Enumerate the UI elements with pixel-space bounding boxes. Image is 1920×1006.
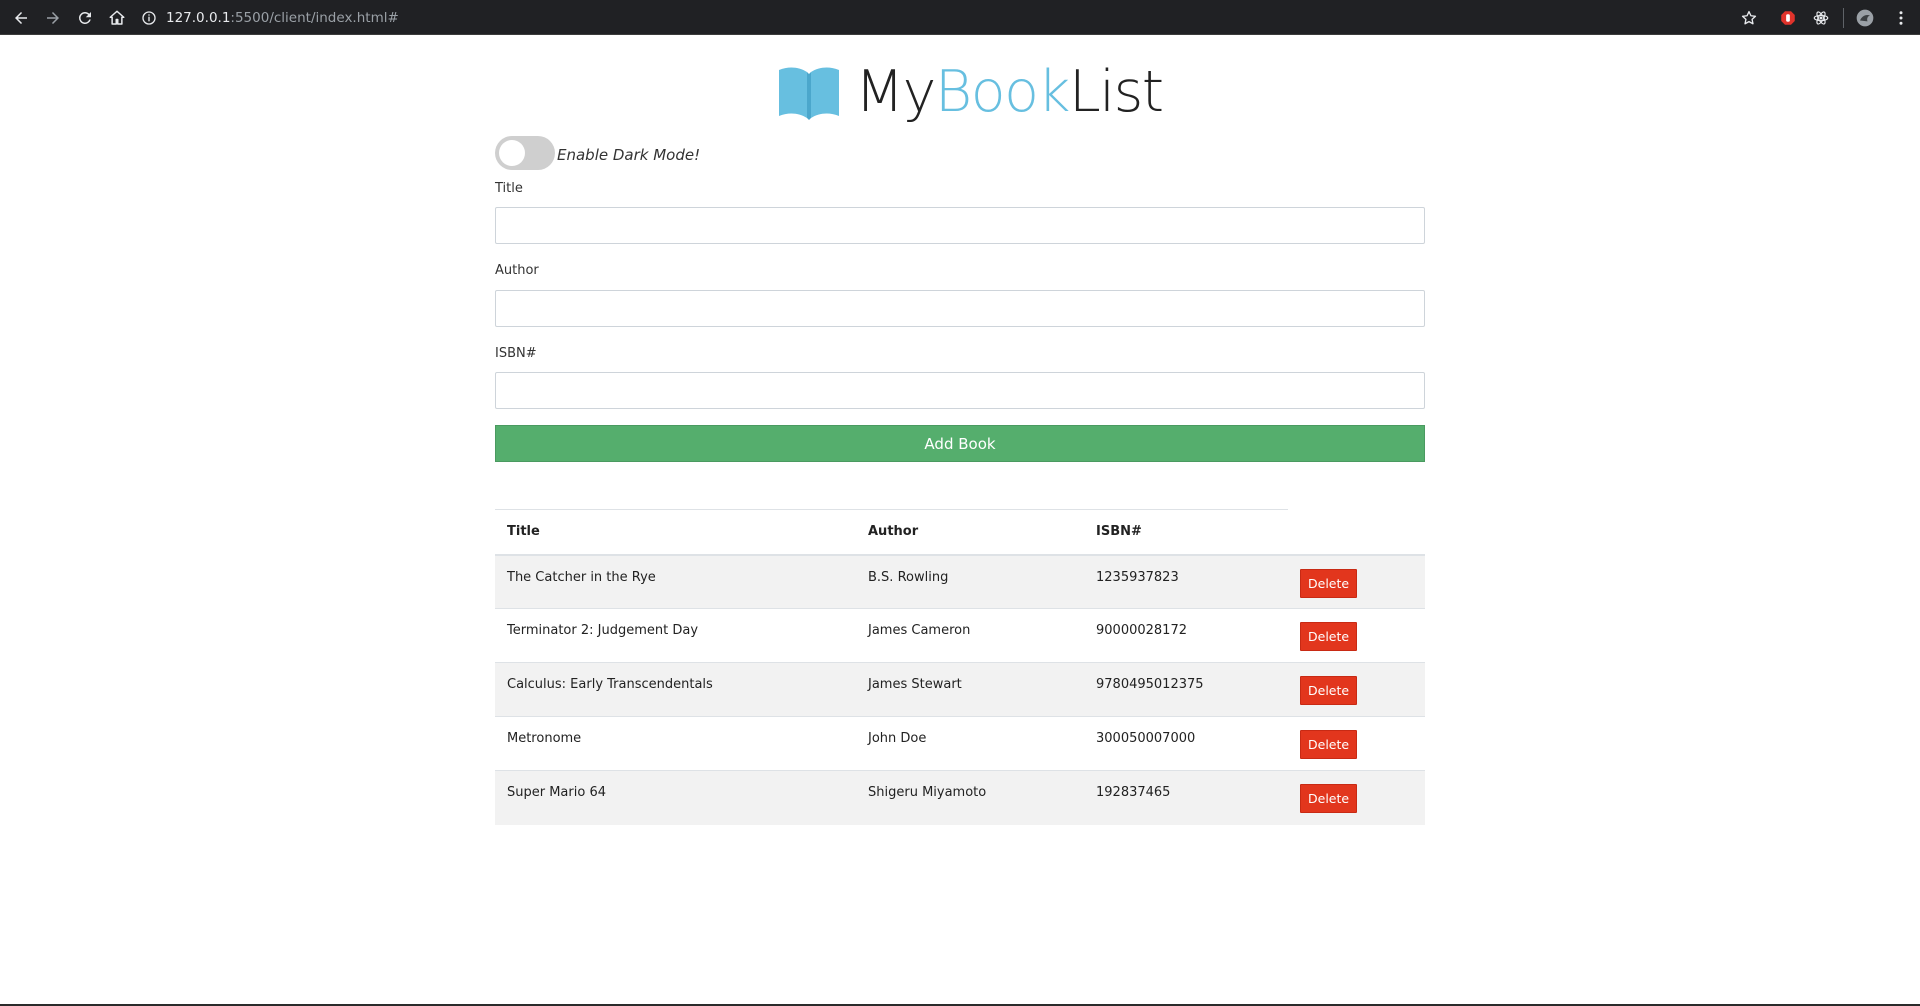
url-host: 127.0.0.1 <box>166 9 231 26</box>
cell-isbn: 192837465 <box>1084 770 1288 825</box>
delete-button[interactable]: Delete <box>1300 784 1358 813</box>
cell-title: Calculus: Early Transcendentals <box>495 662 856 717</box>
brand-book: Book <box>934 58 1071 125</box>
url-text: 127.0.0.1:5500/client/index.html# <box>166 10 399 26</box>
table-row: Terminator 2: Judgement Day James Camero… <box>495 608 1425 663</box>
star-icon <box>1741 10 1757 25</box>
cell-action: Delete <box>1288 770 1425 825</box>
brand-title: MyBookList <box>855 63 1164 121</box>
title-input[interactable] <box>495 207 1425 244</box>
table-row: Calculus: Early Transcendentals James St… <box>495 662 1425 717</box>
brand-my: My <box>855 58 936 125</box>
cell-isbn: 1235937823 <box>1084 554 1288 609</box>
address-bar[interactable]: 127.0.0.1:5500/client/index.html# <box>140 4 1740 31</box>
dark-mode-toggle[interactable] <box>495 136 555 170</box>
reload-button[interactable] <box>73 6 97 30</box>
header-isbn: ISBN# <box>1084 509 1288 556</box>
cell-action: Delete <box>1288 554 1425 609</box>
url-path: :5500/client/index.html# <box>230 9 399 26</box>
extension-react-button[interactable] <box>1809 6 1833 30</box>
cell-title: Metronome <box>495 716 856 771</box>
extension-adblock-button[interactable] <box>1776 6 1800 30</box>
brand-list: List <box>1069 58 1164 125</box>
delete-button[interactable]: Delete <box>1300 622 1358 651</box>
header-title: Title <box>495 509 856 556</box>
cell-title: Super Mario 64 <box>495 770 856 825</box>
cell-action: Delete <box>1288 662 1425 717</box>
reload-icon <box>78 11 91 24</box>
cell-isbn: 9780495012375 <box>1084 662 1288 717</box>
table-header-row: Title Author ISBN# <box>495 509 1425 556</box>
isbn-input[interactable] <box>495 372 1425 409</box>
forward-button[interactable] <box>41 6 65 30</box>
stop-hand-icon <box>1781 11 1795 25</box>
avatar-icon <box>1856 9 1874 27</box>
dark-mode-row: Enable Dark Mode! <box>495 135 700 171</box>
cell-title: The Catcher in the Rye <box>495 554 856 609</box>
cell-author: John Doe <box>856 716 1084 771</box>
cell-author: James Cameron <box>856 608 1084 663</box>
cell-action: Delete <box>1288 608 1425 663</box>
toggle-knob <box>499 140 525 166</box>
home-icon <box>109 10 125 25</box>
add-book-button[interactable]: Add Book <box>495 425 1425 462</box>
home-button[interactable] <box>105 6 129 30</box>
isbn-label: ISBN# <box>495 346 537 361</box>
cell-author: James Stewart <box>856 662 1084 717</box>
delete-button[interactable]: Delete <box>1300 730 1358 759</box>
cell-author: B.S. Rowling <box>856 554 1084 609</box>
cell-isbn: 90000028172 <box>1084 608 1288 663</box>
delete-button[interactable]: Delete <box>1300 568 1358 598</box>
open-book-icon <box>779 67 839 120</box>
menu-button[interactable] <box>1889 6 1913 30</box>
author-input[interactable] <box>495 290 1425 327</box>
table-row: Metronome John Doe 300050007000 Delete <box>495 716 1425 771</box>
cell-title: Terminator 2: Judgement Day <box>495 608 856 663</box>
table-row: The Catcher in the Rye B.S. Rowling 1235… <box>495 554 1425 609</box>
profile-button[interactable] <box>1853 6 1877 30</box>
table-row: Super Mario 64 Shigeru Miyamoto 19283746… <box>495 770 1425 825</box>
atom-icon <box>1813 11 1829 25</box>
dark-mode-label: Enable Dark Mode! <box>557 146 701 164</box>
header-action <box>1288 509 1425 556</box>
more-vert-icon <box>1899 11 1903 25</box>
arrow-left-icon <box>15 12 27 24</box>
book-table: Title Author ISBN# The Catcher in the Ry… <box>495 509 1425 825</box>
arrow-right-icon <box>47 12 59 24</box>
delete-button[interactable]: Delete <box>1300 676 1358 705</box>
title-label: Title <box>495 181 523 196</box>
cell-action: Delete <box>1288 716 1425 771</box>
back-button[interactable] <box>9 6 33 30</box>
cell-author: Shigeru Miyamoto <box>856 770 1084 825</box>
browser-toolbar: 127.0.0.1:5500/client/index.html# <box>0 0 1920 35</box>
bookmark-button[interactable] <box>1737 6 1761 30</box>
info-icon[interactable] <box>140 9 158 27</box>
author-label: Author <box>495 263 539 278</box>
cell-isbn: 300050007000 <box>1084 716 1288 771</box>
toolbar-separator <box>1843 8 1844 28</box>
header-author: Author <box>856 509 1084 556</box>
brand-header: MyBookList <box>777 61 1164 123</box>
